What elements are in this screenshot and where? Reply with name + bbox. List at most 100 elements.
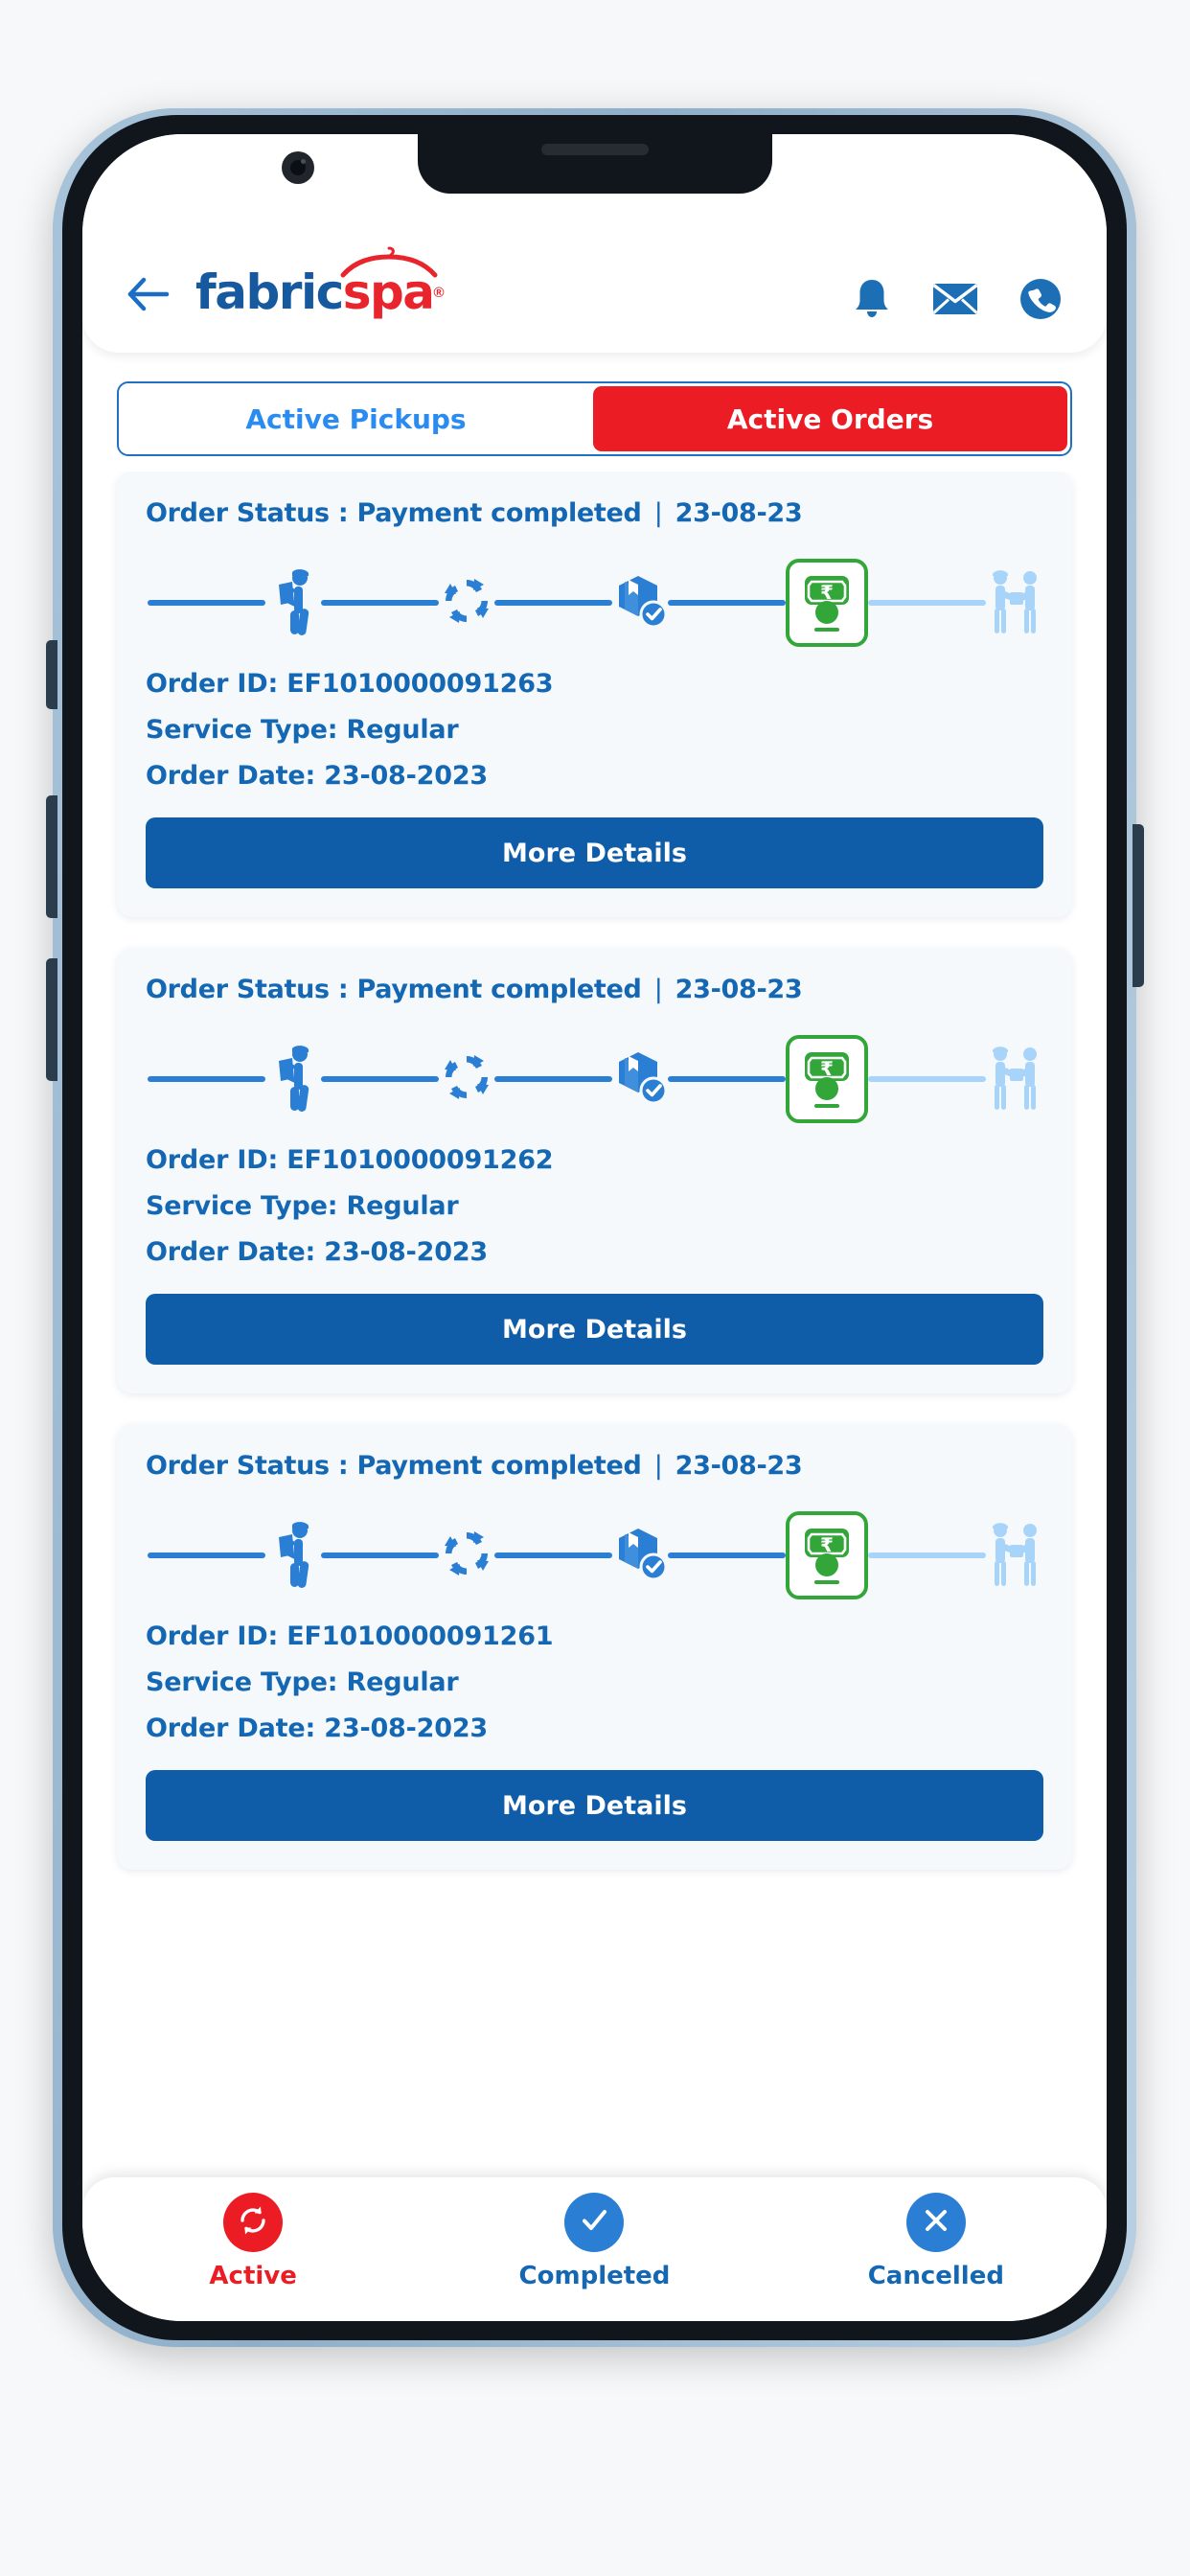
nav-icon-circle-active bbox=[223, 2193, 284, 2252]
service-type-value: Regular bbox=[346, 1668, 459, 1697]
more-details-button[interactable]: More Details bbox=[146, 1294, 1043, 1365]
check-icon bbox=[576, 2202, 612, 2243]
phone-power-button bbox=[1133, 824, 1144, 987]
order-list[interactable]: Order Status : Payment completed | 23-08… bbox=[82, 472, 1107, 2185]
close-icon bbox=[918, 2202, 954, 2243]
service-type-label: Service Type: bbox=[146, 715, 338, 745]
delivery-handover-icon bbox=[987, 1518, 1041, 1594]
svg-text:₹: ₹ bbox=[820, 581, 834, 604]
phone-screen: fabric spa ® Active Pickups Active Order… bbox=[82, 134, 1107, 2321]
progress-line bbox=[494, 1552, 612, 1558]
pickup-agent-icon bbox=[269, 1042, 317, 1117]
tab-active-pickups[interactable]: Active Pickups bbox=[119, 383, 593, 454]
bell-icon bbox=[852, 277, 892, 326]
service-type-row: Service Type: Regular bbox=[146, 715, 1043, 745]
order-status-line: Order Status : Payment completed | 23-08… bbox=[146, 1451, 1043, 1481]
payment-icon: ₹ bbox=[797, 1045, 857, 1115]
order-id-label: Order ID: bbox=[146, 1622, 279, 1651]
package-ready-icon bbox=[611, 572, 669, 634]
nav-icon-circle-cancelled bbox=[905, 2193, 966, 2252]
arrow-left-icon bbox=[126, 276, 171, 317]
pickup-agent-icon bbox=[269, 1518, 317, 1594]
svg-text:₹: ₹ bbox=[820, 1533, 834, 1556]
order-date-value: 23-08-2023 bbox=[324, 761, 488, 791]
envelope-icon bbox=[932, 281, 978, 322]
order-id-value: EF1010000091262 bbox=[286, 1145, 554, 1175]
order-status-value: Payment completed bbox=[356, 498, 642, 528]
processing-icon bbox=[440, 574, 493, 632]
progress-line-pending bbox=[868, 1552, 986, 1558]
order-date-row: Order Date: 23-08-2023 bbox=[146, 1714, 1043, 1743]
order-date-label: Order Date: bbox=[146, 1714, 316, 1743]
order-id-row: Order ID: EF1010000091261 bbox=[146, 1622, 1043, 1651]
order-id-value: EF1010000091261 bbox=[286, 1622, 554, 1651]
order-status-separator: | bbox=[653, 975, 663, 1004]
phone-volume-up-button bbox=[46, 795, 57, 918]
fabricspa-logo[interactable]: fabric spa ® bbox=[195, 246, 445, 326]
progress-line bbox=[321, 1076, 439, 1082]
progress-step-package-ready bbox=[612, 1511, 668, 1599]
order-progress-tracker: ₹ bbox=[146, 1029, 1043, 1129]
progress-step-delivery-handover bbox=[986, 1511, 1041, 1599]
nav-label-active: Active bbox=[209, 2262, 297, 2290]
messages-button[interactable] bbox=[932, 281, 978, 322]
tab-active-orders[interactable]: Active Orders bbox=[593, 386, 1067, 451]
order-status-separator: | bbox=[653, 498, 663, 528]
order-card: Order Status : Payment completed | 23-08… bbox=[117, 948, 1072, 1393]
order-type-tabs: Active Pickups Active Orders bbox=[117, 381, 1072, 456]
order-status-separator: | bbox=[653, 1451, 663, 1481]
order-progress-tracker: ₹ bbox=[146, 1506, 1043, 1605]
progress-line bbox=[494, 1076, 612, 1082]
order-date-row: Order Date: 23-08-2023 bbox=[146, 1237, 1043, 1267]
progress-step-package-ready bbox=[612, 559, 668, 647]
nav-item-cancelled[interactable]: Cancelled bbox=[766, 2193, 1107, 2290]
nav-label-completed: Completed bbox=[518, 2262, 671, 2290]
package-ready-icon bbox=[611, 1525, 669, 1587]
progress-step-payment: ₹ bbox=[786, 1511, 868, 1599]
order-status-value: Payment completed bbox=[356, 1451, 642, 1481]
nav-item-active[interactable]: Active bbox=[82, 2193, 423, 2290]
order-status-line: Order Status : Payment completed | 23-08… bbox=[146, 975, 1043, 1004]
processing-icon bbox=[440, 1050, 493, 1109]
progress-line-pending bbox=[868, 600, 986, 606]
notifications-button[interactable] bbox=[852, 277, 892, 326]
delivery-handover-icon bbox=[987, 565, 1041, 641]
order-id-value: EF1010000091263 bbox=[286, 669, 554, 699]
processing-icon bbox=[440, 1527, 493, 1585]
progress-step-payment: ₹ bbox=[786, 559, 868, 647]
progress-step-processing bbox=[439, 1035, 494, 1123]
order-status-label: Order Status : bbox=[146, 975, 349, 1004]
delivery-handover-icon bbox=[987, 1042, 1041, 1117]
pickup-agent-icon bbox=[269, 565, 317, 641]
order-id-row: Order ID: EF1010000091262 bbox=[146, 1145, 1043, 1175]
order-status-value: Payment completed bbox=[356, 975, 642, 1004]
progress-line bbox=[321, 1552, 439, 1558]
service-type-row: Service Type: Regular bbox=[146, 1668, 1043, 1697]
progress-line bbox=[148, 1552, 265, 1558]
call-button[interactable] bbox=[1018, 277, 1063, 326]
more-details-button[interactable]: More Details bbox=[146, 817, 1043, 888]
progress-line bbox=[494, 600, 612, 606]
nav-item-completed[interactable]: Completed bbox=[423, 2193, 765, 2290]
more-details-button[interactable]: More Details bbox=[146, 1770, 1043, 1841]
screenshot-stage: fabric spa ® Active Pickups Active Order… bbox=[0, 0, 1190, 2576]
service-type-label: Service Type: bbox=[146, 1191, 338, 1221]
progress-line bbox=[668, 1076, 786, 1082]
phone-volume-down-button bbox=[46, 958, 57, 1081]
logo-registered-mark: ® bbox=[433, 284, 445, 301]
service-type-value: Regular bbox=[346, 715, 459, 745]
order-status-date: 23-08-23 bbox=[675, 975, 803, 1004]
payment-icon: ₹ bbox=[797, 568, 857, 638]
earpiece-speaker bbox=[540, 144, 649, 155]
progress-step-processing bbox=[439, 559, 494, 647]
order-date-value: 23-08-2023 bbox=[324, 1237, 488, 1267]
progress-line bbox=[668, 600, 786, 606]
back-button[interactable] bbox=[119, 266, 178, 326]
nav-icon-circle-completed bbox=[564, 2193, 625, 2252]
progress-line-pending bbox=[868, 1076, 986, 1082]
progress-step-package-ready bbox=[612, 1035, 668, 1123]
front-camera bbox=[282, 151, 314, 184]
progress-line bbox=[321, 600, 439, 606]
refresh-icon bbox=[235, 2202, 271, 2243]
order-date-row: Order Date: 23-08-2023 bbox=[146, 761, 1043, 791]
